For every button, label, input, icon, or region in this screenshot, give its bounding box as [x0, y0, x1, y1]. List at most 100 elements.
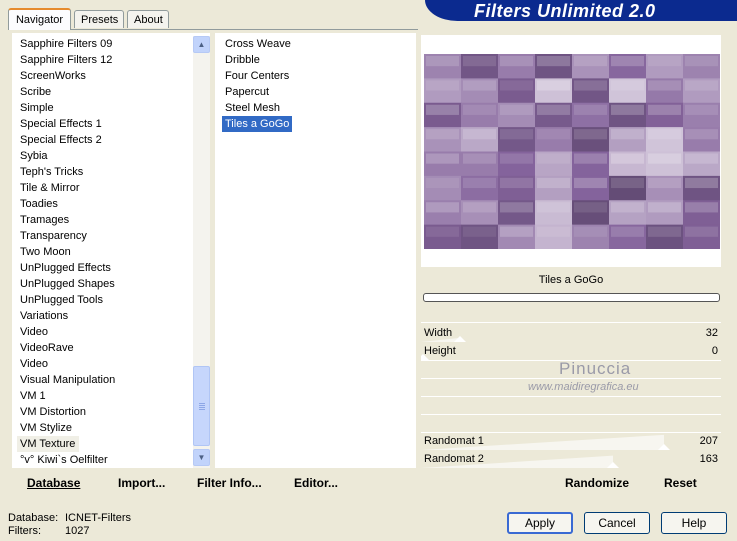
- category-item[interactable]: ScreenWorks: [17, 68, 192, 84]
- preview-tile-highlight: [537, 202, 570, 213]
- preview-tile-highlight: [463, 56, 496, 67]
- filter-info-button[interactable]: Filter Info...: [197, 476, 262, 490]
- preview-tile-highlight: [426, 153, 459, 164]
- category-item[interactable]: VM Distortion: [17, 404, 192, 420]
- preview-tile-highlight: [648, 129, 681, 140]
- scrollbar-thumb[interactable]: [193, 366, 210, 446]
- category-item[interactable]: VideoRave: [17, 340, 192, 356]
- scroll-up-icon[interactable]: ▲: [193, 36, 210, 53]
- preview-tile-highlight: [463, 104, 496, 115]
- help-button[interactable]: Help: [661, 512, 727, 534]
- category-item[interactable]: UnPlugged Effects: [17, 260, 192, 276]
- category-item[interactable]: Transparency: [17, 228, 192, 244]
- category-item[interactable]: Sapphire Filters 12: [17, 52, 192, 68]
- filter-item[interactable]: Dribble: [222, 52, 412, 68]
- height-slider[interactable]: [421, 342, 721, 360]
- preview-tile-highlight: [574, 56, 607, 67]
- preview-tile-highlight: [463, 80, 496, 91]
- param-width[interactable]: Width 32: [421, 324, 721, 342]
- category-item[interactable]: VM Texture: [17, 436, 80, 452]
- filter-item[interactable]: Tiles a GoGo: [222, 116, 293, 132]
- category-item[interactable]: Video: [17, 356, 192, 372]
- category-item[interactable]: Video: [17, 324, 192, 340]
- category-item[interactable]: Special Effects 1: [17, 116, 192, 132]
- reset-button[interactable]: Reset: [664, 476, 697, 490]
- category-item[interactable]: Two Moon: [17, 244, 192, 260]
- grip-line: [199, 405, 205, 406]
- width-slider[interactable]: [421, 324, 721, 342]
- filter-item[interactable]: Steel Mesh: [222, 100, 412, 116]
- preview-tile-highlight: [574, 80, 607, 91]
- category-item[interactable]: Sybia: [17, 148, 192, 164]
- preview-tile-highlight: [500, 153, 533, 164]
- preview-tile-highlight: [574, 104, 607, 115]
- divider: [421, 396, 721, 397]
- category-item[interactable]: Toadies: [17, 196, 192, 212]
- preview-tile-highlight: [574, 177, 607, 189]
- editor-button[interactable]: Editor...: [294, 476, 338, 490]
- scroll-down-icon[interactable]: ▼: [193, 449, 210, 466]
- category-item[interactable]: Special Effects 2: [17, 132, 192, 148]
- preview-tile-highlight: [500, 80, 533, 91]
- category-item[interactable]: Tramages: [17, 212, 192, 228]
- preview-tile-highlight: [426, 226, 459, 237]
- cancel-button[interactable]: Cancel: [584, 512, 650, 534]
- category-item[interactable]: Visual Manipulation: [17, 372, 192, 388]
- preview-tile-highlight: [500, 226, 533, 237]
- divider: [421, 414, 721, 415]
- category-item[interactable]: UnPlugged Tools: [17, 292, 192, 308]
- randomat-2-label: Randomat 2: [424, 453, 484, 465]
- randomat-1-value: 207: [699, 435, 718, 447]
- category-item[interactable]: °v° Kiwi`s Oelfilter: [17, 452, 192, 468]
- database-button[interactable]: Database: [27, 476, 80, 490]
- preview-tile-highlight: [537, 80, 570, 91]
- apply-button[interactable]: Apply: [507, 512, 573, 534]
- preview-tile-highlight: [648, 153, 681, 164]
- randomize-button[interactable]: Randomize: [565, 476, 629, 490]
- category-item[interactable]: UnPlugged Shapes: [17, 276, 192, 292]
- preview-tile-highlight: [463, 202, 496, 213]
- filter-name-label: Tiles a GoGo: [538, 274, 604, 286]
- param-height[interactable]: Height 0: [421, 342, 721, 360]
- param-randomat-2[interactable]: Randomat 2 163: [421, 450, 721, 468]
- preview-tile-highlight: [500, 104, 533, 115]
- preview-tile-highlight: [426, 104, 459, 115]
- category-item[interactable]: Sapphire Filters 09: [17, 36, 192, 52]
- preview-tile-highlight: [648, 177, 681, 189]
- preview-tile-highlight: [426, 80, 459, 91]
- param-randomat-1[interactable]: Randomat 1 207: [421, 432, 721, 450]
- category-item[interactable]: VM Stylize: [17, 420, 192, 436]
- editor-label: Editor...: [294, 476, 339, 490]
- category-item[interactable]: Simple: [17, 100, 192, 116]
- category-item[interactable]: Variations: [17, 308, 192, 324]
- filter-list[interactable]: Cross Weave Dribble Four Centers Papercut St…: [222, 36, 412, 132]
- watermark-name: Pinuccia: [559, 359, 632, 378]
- preview-tile-highlight: [648, 202, 681, 213]
- preview-tile-highlight: [463, 177, 496, 189]
- watermark-url: www.maidiregrafica.eu: [528, 381, 639, 393]
- filter-item[interactable]: Papercut: [222, 84, 412, 100]
- status-database-value: ICNET-Filters: [65, 512, 131, 524]
- category-item[interactable]: Teph's Tricks: [17, 164, 192, 180]
- preview-tile-highlight: [648, 104, 681, 115]
- category-item[interactable]: Tile & Mirror: [17, 180, 192, 196]
- preview-tile-highlight: [463, 226, 496, 237]
- randomat-1-label: Randomat 1: [424, 435, 484, 447]
- tab-navigator[interactable]: Navigator: [8, 8, 71, 30]
- category-item[interactable]: Scribe: [17, 84, 192, 100]
- category-item[interactable]: VM 1: [17, 388, 192, 404]
- filter-item[interactable]: Four Centers: [222, 68, 412, 84]
- preview-tile-highlight: [500, 129, 533, 140]
- import-button[interactable]: Import...: [118, 476, 165, 490]
- status-filters-label: Filters:: [8, 525, 41, 537]
- tab-about[interactable]: About: [127, 10, 169, 28]
- preview-tile-highlight: [611, 177, 644, 189]
- category-list[interactable]: Sapphire Filters 09 Sapphire Filters 12 Sc…: [17, 36, 192, 468]
- preview-tile-highlight: [537, 56, 570, 67]
- filter-item[interactable]: Cross Weave: [222, 36, 412, 52]
- preview-tile-highlight: [500, 202, 533, 213]
- divider: [421, 322, 721, 323]
- tab-presets[interactable]: Presets: [74, 10, 124, 28]
- preview-tile-highlight: [537, 153, 570, 164]
- height-label: Height: [424, 345, 456, 357]
